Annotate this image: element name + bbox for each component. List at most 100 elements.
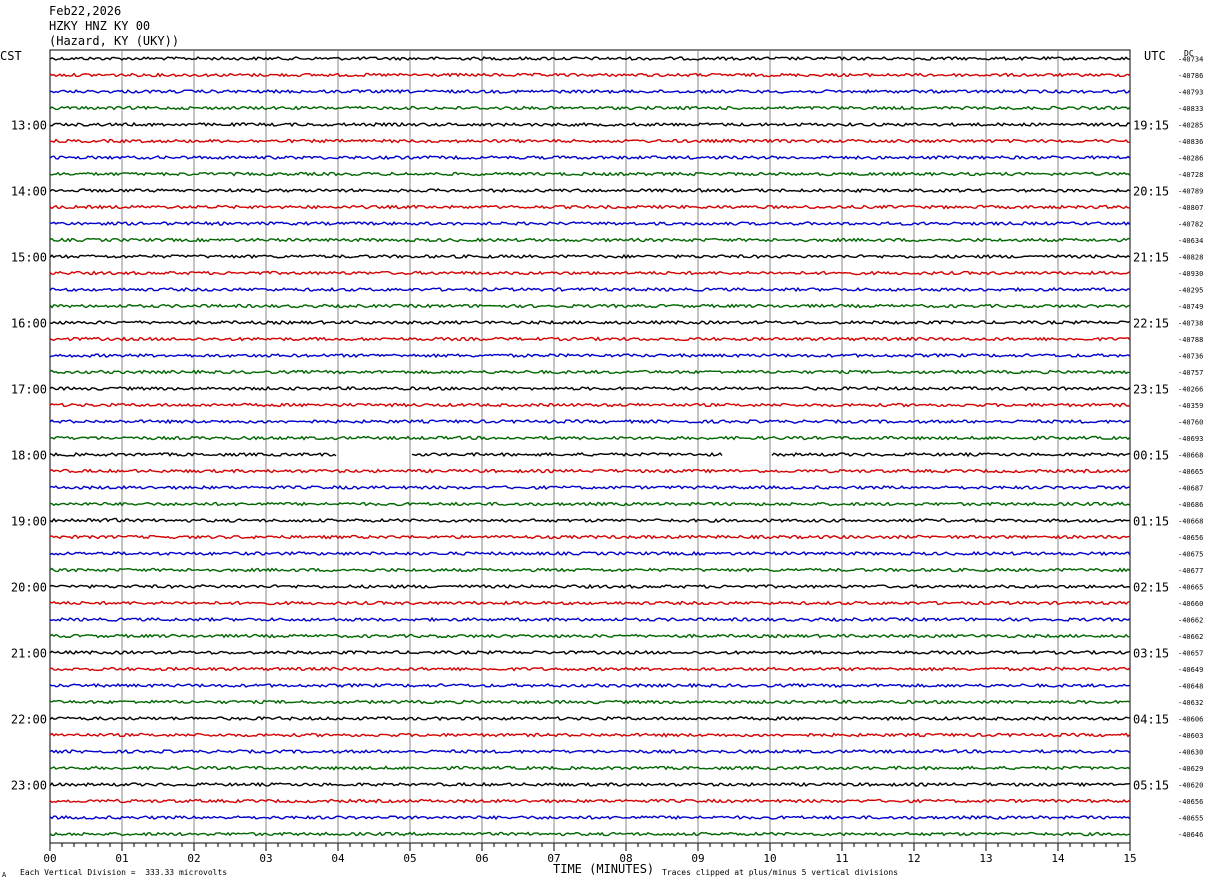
dc-offset-label: -40632 (1178, 699, 1203, 707)
dc-offset-label: -40677 (1178, 567, 1203, 575)
dc-offset-label: -40655 (1178, 815, 1203, 823)
plot-frame (49, 49, 1131, 844)
dc-offset-label: -40836 (1178, 138, 1203, 146)
trace-line (49, 468, 1131, 474)
clip-note: Traces clipped at plus/minus 5 vertical … (662, 868, 899, 877)
dc-offset-label: -40665 (1178, 468, 1203, 476)
x-tick-label: 13 (979, 852, 992, 865)
trace-line (49, 716, 1131, 722)
dc-offset-label: -40749 (1178, 303, 1203, 311)
trace-line (49, 583, 1131, 590)
trace-line (49, 666, 1131, 672)
trace-line (49, 204, 1131, 210)
date-label: Feb22,2026 (49, 4, 122, 18)
trace-line (49, 154, 1131, 161)
trace-line (49, 781, 1131, 788)
right-hour-label: 00:15 (1133, 449, 1169, 463)
dc-offset-label: -40285 (1178, 122, 1203, 130)
trace-line (49, 171, 1131, 177)
x-axis-title: TIME (MINUTES) (553, 862, 655, 876)
dc-offset-label: -40675 (1178, 551, 1203, 559)
trace-line (49, 633, 1131, 639)
right-hour-label: 05:15 (1133, 779, 1169, 793)
scale-note: Each Vertical Division = 333.33 microvol… (20, 868, 228, 877)
dc-offset-label: -40788 (1178, 336, 1203, 344)
trace-line (49, 732, 1131, 738)
left-hour-label: 21:00 (11, 647, 47, 661)
dc-offset-label: -40668 (1178, 518, 1203, 526)
trace-line (49, 649, 1131, 656)
right-hour-label: 22:15 (1133, 317, 1169, 331)
trace-line (49, 286, 1131, 293)
dc-offset-label: -40833 (1178, 105, 1203, 113)
dc-offset-label: -40665 (1178, 584, 1203, 592)
dc-offset-label: -40634 (1178, 237, 1203, 245)
trace-line (49, 748, 1131, 755)
right-hour-label: 21:15 (1133, 251, 1169, 265)
left-hour-label: 13:00 (11, 119, 47, 133)
trace-line (49, 418, 1131, 425)
station-label: HZKY HNZ KY 00 (49, 19, 151, 33)
trace-line (49, 72, 1131, 78)
dc-offset-label: -40660 (1178, 600, 1203, 608)
right-hour-label: 01:15 (1133, 515, 1169, 529)
trace-line (49, 534, 1131, 540)
dc-offset-label: -40786 (1178, 72, 1203, 80)
trace-line (49, 221, 1131, 227)
trace-line (49, 567, 1131, 573)
dc-label: DC (1184, 49, 1194, 58)
x-tick-label: 00 (43, 852, 56, 865)
left-hour-label: 15:00 (11, 251, 47, 265)
x-tick-label: 10 (763, 852, 776, 865)
left-hour-label: 17:00 (11, 383, 47, 397)
x-tick-label: 04 (331, 852, 345, 865)
dc-offset-label: -40662 (1178, 633, 1203, 641)
trace-line (49, 501, 1131, 507)
trace-line (49, 187, 1131, 194)
dc-offset-label: -40603 (1178, 732, 1203, 740)
x-tick-label: 11 (835, 852, 848, 865)
right-hour-label: 19:15 (1133, 119, 1169, 133)
dc-offset-label: -40828 (1178, 254, 1203, 262)
dc-offset-label: -40668 (1178, 452, 1203, 460)
dc-offset-label: -40295 (1178, 287, 1203, 295)
trace-line (49, 815, 1131, 821)
x-tick-label: 09 (691, 852, 704, 865)
helicorder-plot: 00 01 02 03 04 05 06 07 08 09 10 11 12 13 14 15-40734-4… (11, 49, 1203, 865)
dc-offset-label: -40646 (1178, 831, 1203, 839)
trace-line (49, 435, 1131, 441)
dc-offset-label: -40649 (1178, 666, 1203, 674)
dc-offset-label: -40807 (1178, 204, 1203, 212)
left-timezone-label: CST (0, 49, 22, 63)
right-hour-label: 04:15 (1133, 713, 1169, 727)
x-tick-label: 06 (475, 852, 488, 865)
right-timezone-label: UTC (1144, 49, 1166, 63)
trace-line (49, 616, 1131, 623)
left-hour-label: 18:00 (11, 449, 47, 463)
trace-line (49, 385, 1131, 392)
x-tick-label: 05 (403, 852, 416, 865)
trace-line (49, 798, 1131, 804)
right-hour-label: 23:15 (1133, 383, 1169, 397)
trace-line (49, 352, 1131, 359)
left-hour-label: 20:00 (11, 581, 47, 595)
trace-line (49, 765, 1131, 771)
dc-offset-label: -40359 (1178, 402, 1203, 410)
dc-offset-label: -40620 (1178, 782, 1203, 790)
x-tick-label: 12 (907, 852, 920, 865)
x-tick-label: 14 (1051, 852, 1065, 865)
trace-line (49, 831, 1131, 837)
dc-offset-label: -40789 (1178, 188, 1203, 196)
trace-line (49, 56, 1131, 61)
dc-offset-label: -40757 (1178, 369, 1203, 377)
trace-line (49, 550, 1131, 557)
dc-offset-label: -40662 (1178, 617, 1203, 625)
trace-line (49, 451, 1131, 458)
dc-offset-label: -40760 (1178, 419, 1203, 427)
left-hour-label: 23:00 (11, 779, 47, 793)
dc-offset-label: -40793 (1178, 89, 1203, 97)
dc-offset-label: -40687 (1178, 485, 1203, 493)
dc-offset-label: -40629 (1178, 765, 1203, 773)
right-hour-label: 03:15 (1133, 647, 1169, 661)
trace-line (49, 402, 1131, 408)
